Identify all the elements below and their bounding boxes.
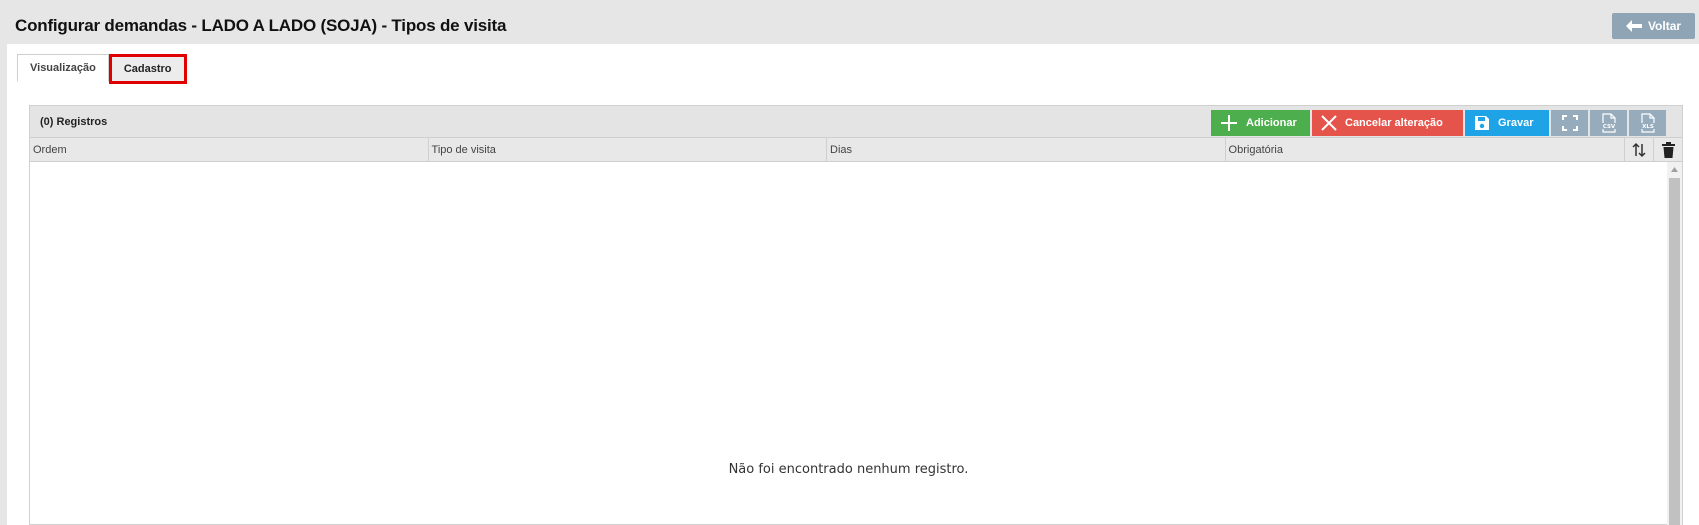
empty-message: Não foi encontrado nenhum registro. [728,462,969,477]
scroll-thumb[interactable] [1669,178,1680,525]
close-icon [1321,115,1337,131]
sort-icon [1632,142,1646,158]
column-header-tipo-de-visita[interactable]: Tipo de visita [429,138,828,162]
save-button-label: Gravar [1498,117,1534,129]
svg-text:CSV: CSV [1602,124,1615,130]
add-button-label: Adicionar [1246,117,1297,129]
grid-body: Não foi encontrado nenhum registro. [30,162,1667,525]
floppy-disk-icon [1475,116,1489,130]
trash-icon [1661,142,1675,158]
column-header-dias[interactable]: Dias [827,138,1226,162]
save-button[interactable]: Gravar [1465,110,1549,136]
sort-button[interactable] [1625,138,1655,162]
column-header-obrigatoria[interactable]: Obrigatória [1226,138,1626,162]
tab-cadastro[interactable]: Cadastro [108,54,187,84]
fullscreen-icon [1561,115,1578,131]
cancel-button-label: Cancelar alteração [1345,117,1443,129]
tab-bar: Visualização Cadastro [17,54,187,84]
page-title: Configurar demandas - LADO A LADO (SOJA)… [15,16,507,35]
plus-icon [1221,115,1237,131]
delete-button[interactable] [1654,138,1682,162]
record-count: (0) Registros [40,116,108,128]
csv-export-icon: CSV [1600,113,1617,133]
records-grid: (0) Registros Adicionar Cancelar alteraç… [29,105,1683,525]
grid-header: Ordem Tipo de visita Dias Obrigatória [30,138,1682,162]
cancel-changes-button[interactable]: Cancelar alteração [1312,110,1463,136]
xls-export-button[interactable]: XLS [1629,110,1666,136]
svg-text:XLS: XLS [1642,124,1654,130]
grid-toolbar: (0) Registros Adicionar Cancelar alteraç… [30,106,1682,138]
back-button-label: Voltar [1647,19,1682,33]
toolbar-buttons: Adicionar Cancelar alteração Gravar CSV … [1211,110,1666,136]
csv-export-button[interactable]: CSV [1590,110,1627,136]
vertical-scrollbar[interactable] [1667,162,1682,525]
xls-export-icon: XLS [1639,113,1656,133]
tab-visualizacao[interactable]: Visualização [17,54,109,82]
caret-up-icon [1671,167,1678,172]
page-header: Configurar demandas - LADO A LADO (SOJA)… [0,0,1699,44]
add-button[interactable]: Adicionar [1211,110,1310,136]
column-header-ordem[interactable]: Ordem [30,138,429,162]
main-panel: Visualização Cadastro (0) Registros Adic… [7,44,1699,525]
fullscreen-button[interactable] [1551,110,1588,136]
scroll-up-arrow[interactable] [1667,162,1682,177]
arrow-left-icon [1625,20,1642,32]
back-button[interactable]: Voltar [1612,13,1695,39]
